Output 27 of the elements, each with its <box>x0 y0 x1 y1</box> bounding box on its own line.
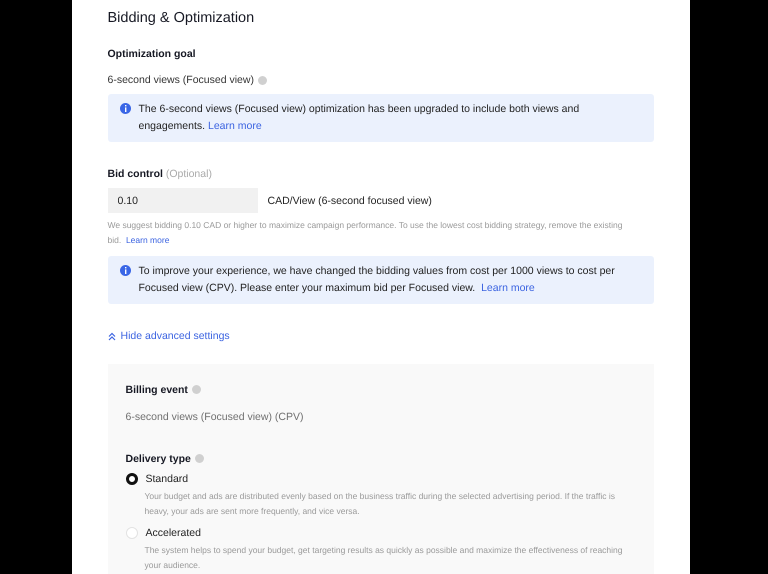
info-icon <box>120 103 130 114</box>
field-label: Bid control (Optional) <box>108 168 212 180</box>
info-icon <box>120 265 130 276</box>
option-label: Accelerated <box>146 526 201 538</box>
radio-button[interactable] <box>126 472 138 484</box>
learn-more-link[interactable]: Learn more <box>126 235 170 245</box>
field-value: 6-second views (Focused view) <box>108 74 254 86</box>
field-label: Billing event <box>126 384 188 396</box>
advanced-settings-toggle[interactable]: Hide advanced settings <box>108 330 230 342</box>
option-label: Standard <box>146 472 188 484</box>
hint-text: We suggest bidding 0.10 CAD or higher to maximize campaign performance. To use the lowest cost bidding strategy, remove the existing bid. Learn more <box>108 219 624 247</box>
chevron-up-icon <box>108 332 116 340</box>
option-description: Your budget and ads are distributed evenly based on the business traffic during the selected advertising period. If the traffic is heavy, your ads are sent more frequently, and vice versa. <box>144 490 616 518</box>
info-text: The 6-second views (Focused view) optimization has been upgraded to include both views and engagements. Learn more <box>138 102 580 134</box>
bid-input[interactable]: 0.10 <box>108 188 258 213</box>
field-label: Optimization goal <box>108 48 196 60</box>
info-text: To improve your experience, we have changed the bidding values from cost per 1000 views to cost per Focused view (CPV). Please enter your maximum bid per Focused view. Learn more <box>138 264 616 296</box>
field-label: Delivery type <box>126 452 191 464</box>
help-icon[interactable] <box>192 385 201 394</box>
learn-more-link[interactable]: Learn more <box>481 282 535 294</box>
section-title: Bidding & Optimization <box>108 10 256 26</box>
field-value: 6-second views (Focused view) (CPV) <box>126 410 304 422</box>
help-icon[interactable] <box>258 76 267 84</box>
option-description: The system helps to spend your budget, get targeting results as quickly as possible and maximize the effectiveness of reaching your audience. <box>144 544 624 572</box>
unit-label: CAD/View (6-second focused view) <box>268 194 432 206</box>
help-icon[interactable] <box>194 454 204 463</box>
learn-more-link[interactable]: Learn more <box>208 120 262 132</box>
